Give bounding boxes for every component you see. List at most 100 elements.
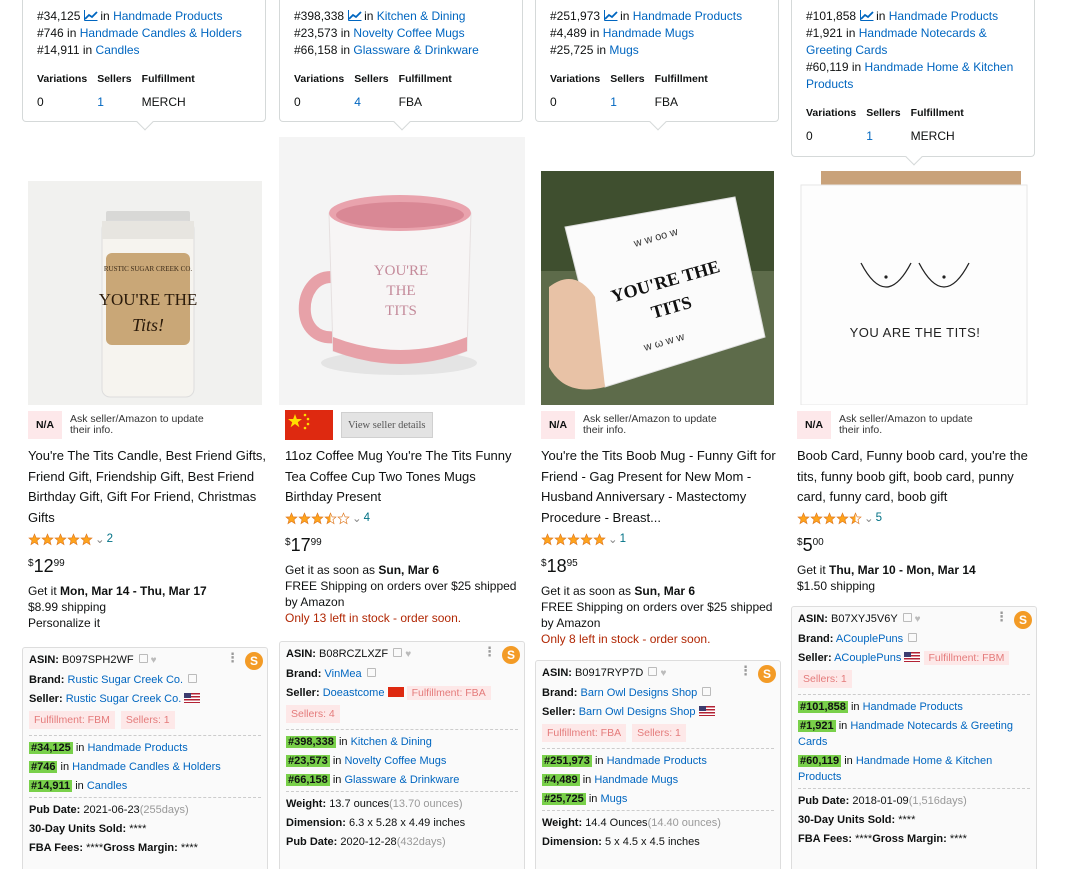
external-link-icon[interactable] — [702, 687, 712, 696]
category-link[interactable]: Kitchen & Dining — [377, 9, 466, 23]
heart-icon[interactable]: ♥ — [151, 655, 157, 666]
star-icon — [554, 532, 567, 545]
star-icon — [797, 511, 810, 524]
category-link[interactable]: Handmade Candles & Holders — [72, 761, 221, 773]
sellers-link[interactable]: 1 — [610, 90, 654, 111]
price: $500 — [797, 535, 824, 555]
chart-icon[interactable] — [348, 10, 362, 21]
seller-info: N/A Ask seller/Amazon to update their in… — [797, 410, 989, 440]
category-link[interactable]: Novelty Coffee Mugs — [353, 26, 464, 40]
delivery-info: Get it Mon, Mar 14 - Thu, Mar 17 $8.99 s… — [28, 584, 207, 630]
star-icon — [836, 511, 849, 524]
chart-icon[interactable] — [860, 10, 874, 21]
heart-icon[interactable]: ♥ — [660, 668, 666, 679]
external-link-icon[interactable] — [366, 668, 376, 677]
external-link-icon[interactable] — [188, 674, 198, 683]
product-image[interactable]: YOU'RE THE TITS w w oo w w ω w w — [535, 137, 781, 405]
brand-link[interactable]: ACouplePuns — [836, 633, 903, 645]
rating[interactable]: ⌄ 2 — [28, 532, 113, 546]
category-link[interactable]: Candles — [87, 780, 127, 792]
us-flag-icon — [184, 693, 201, 703]
category-link[interactable]: Handmade Products — [607, 755, 707, 767]
product-title[interactable]: You're The Tits Candle, Best Friend Gift… — [28, 446, 270, 528]
star-icon — [80, 532, 93, 545]
copy-icon[interactable] — [138, 654, 148, 663]
rating[interactable]: ⌄ 5 — [797, 511, 882, 525]
category-link[interactable]: Glassware & Drinkware — [344, 774, 459, 786]
brand-link[interactable]: Rustic Sugar Creek Co. — [68, 674, 184, 686]
category-link[interactable]: Glassware & Drinkware — [353, 43, 478, 57]
popup-stats: Variations Sellers Fulfillment 0 1 FBA — [550, 73, 708, 111]
product-title[interactable]: You're the Tits Boob Mug - Funny Gift fo… — [541, 446, 783, 528]
seller-link[interactable]: ACouplePuns — [834, 652, 901, 664]
copy-icon[interactable] — [393, 648, 403, 657]
more-options-icon[interactable]: ⋮ — [483, 644, 496, 660]
price: $1799 — [285, 535, 322, 555]
category-link[interactable]: Kitchen & Dining — [351, 736, 432, 748]
heart-icon[interactable]: ♥ — [915, 614, 921, 625]
category-link[interactable]: Mugs — [609, 43, 638, 57]
category-link[interactable]: Handmade Candles & Holders — [80, 26, 242, 40]
category-link[interactable]: Handmade Products — [889, 9, 998, 23]
more-options-icon[interactable]: ⋮ — [226, 650, 239, 666]
category-link[interactable]: Candles — [96, 43, 140, 57]
product-title[interactable]: Boob Card, Funny boob card, you're the t… — [797, 446, 1039, 508]
product-image[interactable]: YOU'RE THE TITS — [279, 137, 525, 405]
brand-link[interactable]: VinMea — [325, 668, 362, 680]
china-flag-icon — [285, 410, 333, 440]
copy-icon[interactable] — [902, 613, 912, 622]
category-link[interactable]: Novelty Coffee Mugs — [344, 755, 446, 767]
sellers-link[interactable]: 4 — [354, 90, 398, 111]
seller-link[interactable]: Rustic Sugar Creek Co. — [66, 693, 182, 705]
category-link[interactable]: Handmade Products — [633, 9, 742, 23]
rank-popup: #101,858 in Handmade Products #1,921 in H… — [791, 0, 1035, 166]
star-icon — [311, 511, 324, 524]
china-flag-icon — [387, 687, 404, 697]
seller-na-badge: N/A — [28, 411, 62, 439]
extension-logo-icon[interactable]: S — [1014, 611, 1032, 629]
chart-icon[interactable] — [604, 10, 618, 21]
more-options-icon[interactable]: ⋮ — [995, 609, 1008, 625]
popup-stats: Variations Sellers Fulfillment 0 1 MERCH — [806, 107, 964, 145]
rank-popup: #398,338 in Kitchen & Dining #23,573 in N… — [279, 0, 523, 131]
heart-icon[interactable]: ♥ — [405, 649, 411, 660]
seller-na-badge: N/A — [541, 411, 575, 439]
category-link[interactable]: Handmade Products — [87, 742, 187, 754]
svg-text:YOU ARE THE TITS!: YOU ARE THE TITS! — [850, 325, 981, 340]
seller-link[interactable]: Barn Owl Designs Shop — [579, 706, 696, 718]
star-icon — [28, 532, 41, 545]
category-link[interactable]: Handmade Products — [113, 9, 222, 23]
star-icon — [593, 532, 606, 545]
seller-info: N/A Ask seller/Amazon to update their in… — [28, 410, 220, 440]
chevron-down-icon: ⌄ — [608, 534, 618, 546]
svg-text:RUSTIC SUGAR CREEK CO.: RUSTIC SUGAR CREEK CO. — [104, 265, 193, 273]
price: $1895 — [541, 556, 578, 576]
product-image[interactable]: RUSTIC SUGAR CREEK CO. YOU'RE THE Tits! — [22, 137, 268, 405]
extension-logo-icon[interactable]: S — [758, 665, 776, 683]
category-link[interactable]: Mugs — [600, 793, 627, 805]
star-icon — [285, 511, 298, 524]
us-flag-icon — [698, 706, 715, 716]
category-link[interactable]: Handmade Mugs — [603, 26, 694, 40]
brand-link[interactable]: Barn Owl Designs Shop — [581, 687, 698, 699]
sellers-link[interactable]: 1 — [97, 90, 141, 111]
copy-icon[interactable] — [648, 667, 658, 676]
external-link-icon[interactable] — [908, 633, 918, 642]
category-link[interactable]: Handmade Mugs — [594, 774, 678, 786]
fulfillment-tag: Fulfillment: FBM — [923, 651, 1010, 665]
extension-logo-icon[interactable]: S — [502, 646, 520, 664]
rating[interactable]: ⌄ 1 — [541, 532, 626, 546]
sellers-link[interactable]: 1 — [866, 124, 910, 145]
product-image[interactable]: YOU ARE THE TITS! — [791, 171, 1037, 405]
extension-logo-icon[interactable]: S — [245, 652, 263, 670]
rating[interactable]: ⌄ 4 — [285, 511, 370, 525]
category-link[interactable]: Handmade Products — [863, 701, 963, 713]
product-title[interactable]: 11oz Coffee Mug You're The Tits Funny Te… — [285, 446, 527, 508]
view-seller-details-button[interactable]: View seller details — [341, 412, 433, 438]
chart-icon[interactable] — [84, 10, 99, 21]
star-rating — [797, 511, 862, 525]
seller-link[interactable]: Doeastcome — [323, 687, 385, 699]
more-options-icon[interactable]: ⋮ — [739, 663, 752, 679]
delivery-info: Get it as soon as Sun, Mar 6 FREE Shippi… — [541, 584, 773, 646]
chevron-down-icon: ⌄ — [352, 513, 362, 525]
